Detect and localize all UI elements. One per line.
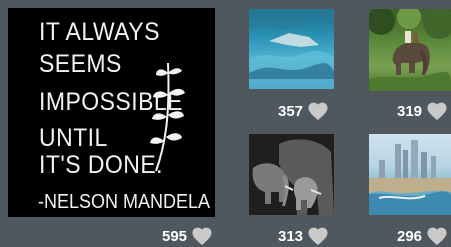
harbor-city-image (369, 140, 451, 215)
quote-author: -NELSON MANDELA (38, 191, 211, 213)
like-count-city[interactable]: 296 (397, 225, 448, 247)
heart-icon[interactable] (426, 101, 448, 121)
heart-icon[interactable] (191, 226, 213, 246)
heart-icon[interactable] (426, 226, 448, 246)
heart-icon[interactable] (307, 226, 329, 246)
underwater-swimmer-image (249, 9, 334, 89)
jungle-elephant-ride-image (369, 9, 451, 91)
quote-line-1: IT ALWAYS (39, 18, 160, 46)
like-count-text: 595 (162, 227, 188, 245)
quote-line-2: SEEMS (39, 50, 122, 78)
photo-tile-elephant-herd[interactable] (249, 134, 334, 215)
like-count-water[interactable]: 357 (278, 100, 329, 122)
like-count-text: 296 (397, 227, 423, 245)
like-count-text: 319 (397, 102, 423, 120)
quote-line-5: IT'S DONE. (39, 151, 164, 179)
photo-tile-jungle-elephant[interactable] (369, 9, 451, 91)
photo-tile-water[interactable] (249, 9, 334, 89)
like-count-herd[interactable]: 313 (278, 225, 329, 247)
like-count-jungle[interactable]: 319 (397, 100, 448, 122)
elephant-herd-image (249, 134, 334, 215)
quote-line-4: UNTIL (39, 124, 108, 152)
photo-tile-harbor-city[interactable] (369, 134, 451, 215)
like-count-text: 313 (278, 227, 304, 245)
like-count-quote[interactable]: 595 (162, 225, 213, 247)
heart-icon[interactable] (307, 101, 329, 121)
like-count-text: 357 (278, 102, 304, 120)
laurel-branch-icon (150, 62, 185, 172)
quote-card-tile[interactable]: IT ALWAYS SEEMS IMPOSSIBLE UNTIL IT'S DO… (8, 8, 215, 217)
